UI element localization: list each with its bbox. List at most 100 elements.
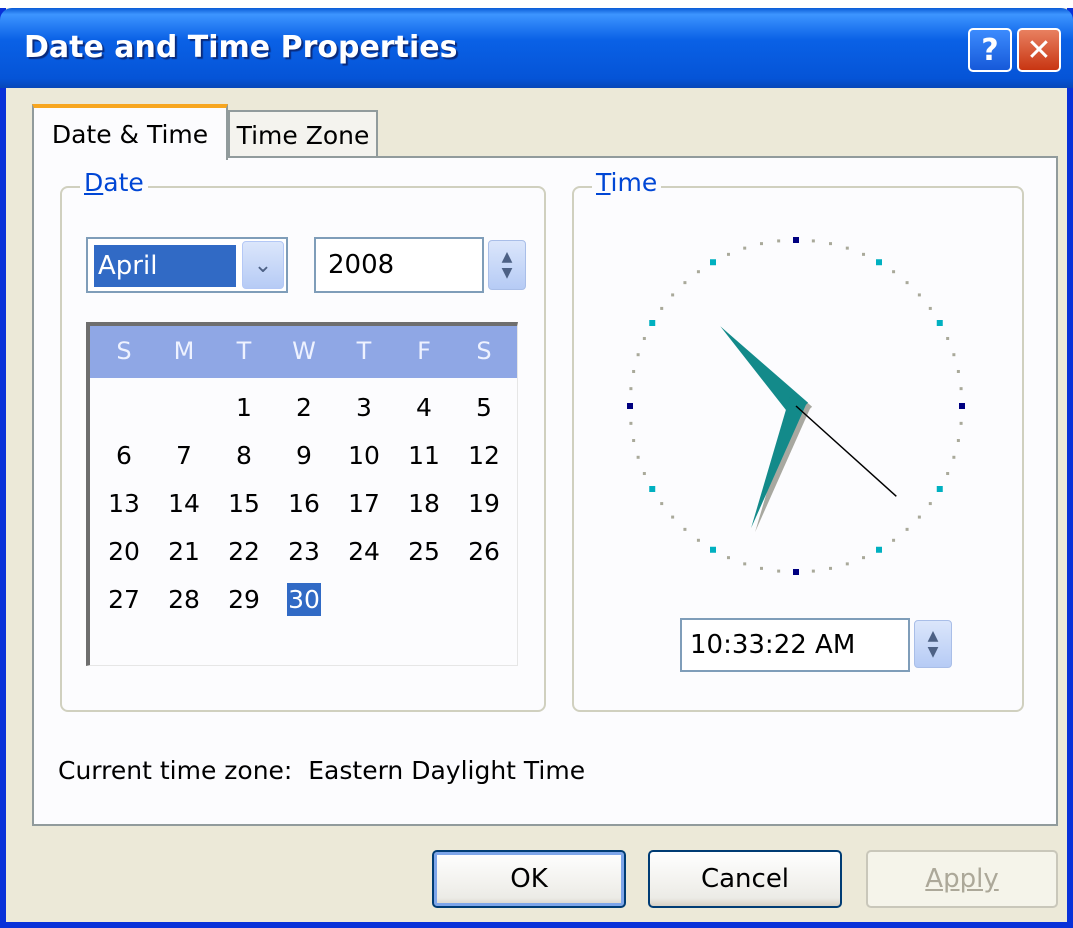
calendar-day[interactable]: 14 [154, 482, 214, 526]
calendar-day[interactable]: 26 [454, 530, 514, 574]
minute-tick [892, 538, 896, 542]
minute-tick [917, 293, 921, 297]
calendar-weekday-header: SMTWTFS [90, 326, 517, 378]
month-dropdown[interactable]: April ⌄ [86, 237, 288, 293]
calendar-day[interactable]: 15 [214, 482, 274, 526]
calendar-day[interactable]: 13 [94, 482, 154, 526]
chevron-down-icon[interactable]: ⌄ [242, 241, 284, 289]
minute-tick [759, 566, 763, 570]
year-input[interactable]: 2008 [314, 237, 484, 293]
minute-tick [946, 336, 950, 340]
minute-tick [959, 421, 963, 425]
calendar-day[interactable]: 8 [214, 434, 274, 478]
minute-tick [928, 306, 932, 310]
minute-tick [636, 353, 640, 357]
calendar-day[interactable]: 19 [454, 482, 514, 526]
calendar-day[interactable]: 2 [274, 386, 334, 430]
calendar-day[interactable]: 12 [454, 434, 514, 478]
minute-tick [671, 293, 675, 297]
hour-tick [936, 320, 943, 326]
minute-tick [629, 387, 633, 391]
minute-tick [660, 306, 664, 310]
calendar-day[interactable]: 23 [274, 530, 334, 574]
minute-tick [629, 421, 633, 425]
minute-tick [811, 239, 815, 243]
time-group-legend: Time [592, 168, 662, 197]
weekday-header: F [417, 337, 431, 365]
minute-tick [959, 387, 963, 391]
calendar-day[interactable]: 18 [394, 482, 454, 526]
minute-hand [751, 397, 807, 529]
calendar-day[interactable]: 11 [394, 434, 454, 478]
hour-tick [793, 237, 799, 243]
hour-tick [649, 320, 656, 326]
calendar-day[interactable]: 27 [94, 578, 154, 622]
minute-tick [917, 515, 921, 519]
minute-tick [845, 246, 849, 250]
minute-tick [632, 369, 636, 373]
weekday-header: T [236, 337, 252, 365]
calendar-day[interactable]: 24 [334, 530, 394, 574]
calendar-day[interactable]: 29 [214, 578, 274, 622]
tab-date-time[interactable]: Date & Time [32, 104, 228, 160]
weekday-header: M [173, 337, 195, 365]
minute-tick [928, 502, 932, 506]
tab-time-zone[interactable]: Time Zone [228, 110, 378, 158]
hour-tick [710, 259, 716, 266]
calendar-day[interactable]: 3 [334, 386, 394, 430]
apply-button[interactable]: Apply [866, 850, 1058, 908]
hour-tick [793, 569, 799, 575]
minute-tick [660, 502, 664, 506]
hour-tick [649, 486, 656, 492]
minute-tick [905, 281, 909, 285]
time-input[interactable]: 10:33:22 AM [680, 618, 910, 672]
calendar-day-selected[interactable]: 30 [274, 578, 334, 622]
hour-tick [876, 259, 882, 266]
minute-tick [956, 369, 960, 373]
year-spin-icon[interactable]: ▲ ▼ [488, 240, 526, 290]
minute-tick [632, 439, 636, 443]
ok-button[interactable]: OK [432, 850, 626, 908]
hour-tick [710, 546, 716, 553]
calendar-day[interactable]: 20 [94, 530, 154, 574]
calendar-day[interactable]: 22 [214, 530, 274, 574]
calendar-day[interactable]: 7 [154, 434, 214, 478]
minute-tick [642, 472, 646, 476]
close-icon[interactable]: ✕ [1017, 28, 1061, 72]
calendar-day[interactable]: 17 [334, 482, 394, 526]
cancel-button[interactable]: Cancel [648, 850, 842, 908]
minute-tick [892, 270, 896, 274]
calendar-day[interactable]: 5 [454, 386, 514, 430]
calendar-day[interactable]: 6 [94, 434, 154, 478]
minute-tick [726, 252, 730, 256]
weekday-header: T [356, 337, 372, 365]
minute-tick [726, 556, 730, 560]
calendar-day[interactable]: 9 [274, 434, 334, 478]
calendar-day[interactable]: 4 [394, 386, 454, 430]
window-title: Date and Time Properties [24, 30, 458, 65]
help-icon[interactable]: ? [968, 28, 1012, 72]
minute-tick [811, 569, 815, 573]
calendar-day[interactable]: 28 [154, 578, 214, 622]
minute-tick [743, 246, 747, 250]
minute-tick [952, 455, 956, 459]
title-bar[interactable]: Date and Time Properties ? ✕ [0, 8, 1073, 88]
minute-tick [777, 569, 781, 573]
hour-tick [936, 486, 943, 492]
minute-tick [862, 252, 866, 256]
date-group-legend: Date [80, 168, 148, 197]
minute-tick [829, 566, 833, 570]
minute-tick [696, 538, 700, 542]
weekday-header: S [116, 337, 132, 365]
minute-tick [683, 527, 687, 531]
minute-tick [743, 562, 747, 566]
month-calendar: SMTWTFS 1 2 3 4 5 6 7 8 9 10 11 12 13 14 15 16 17 18 19 20 2… [86, 322, 518, 666]
calendar-day[interactable]: 21 [154, 530, 214, 574]
time-spin-icon[interactable]: ▲ ▼ [914, 620, 952, 668]
calendar-day[interactable]: 10 [334, 434, 394, 478]
calendar-day[interactable]: 25 [394, 530, 454, 574]
minute-tick [946, 472, 950, 476]
calendar-day[interactable]: 16 [274, 482, 334, 526]
calendar-day[interactable]: 1 [214, 386, 274, 430]
analog-clock [627, 237, 965, 575]
